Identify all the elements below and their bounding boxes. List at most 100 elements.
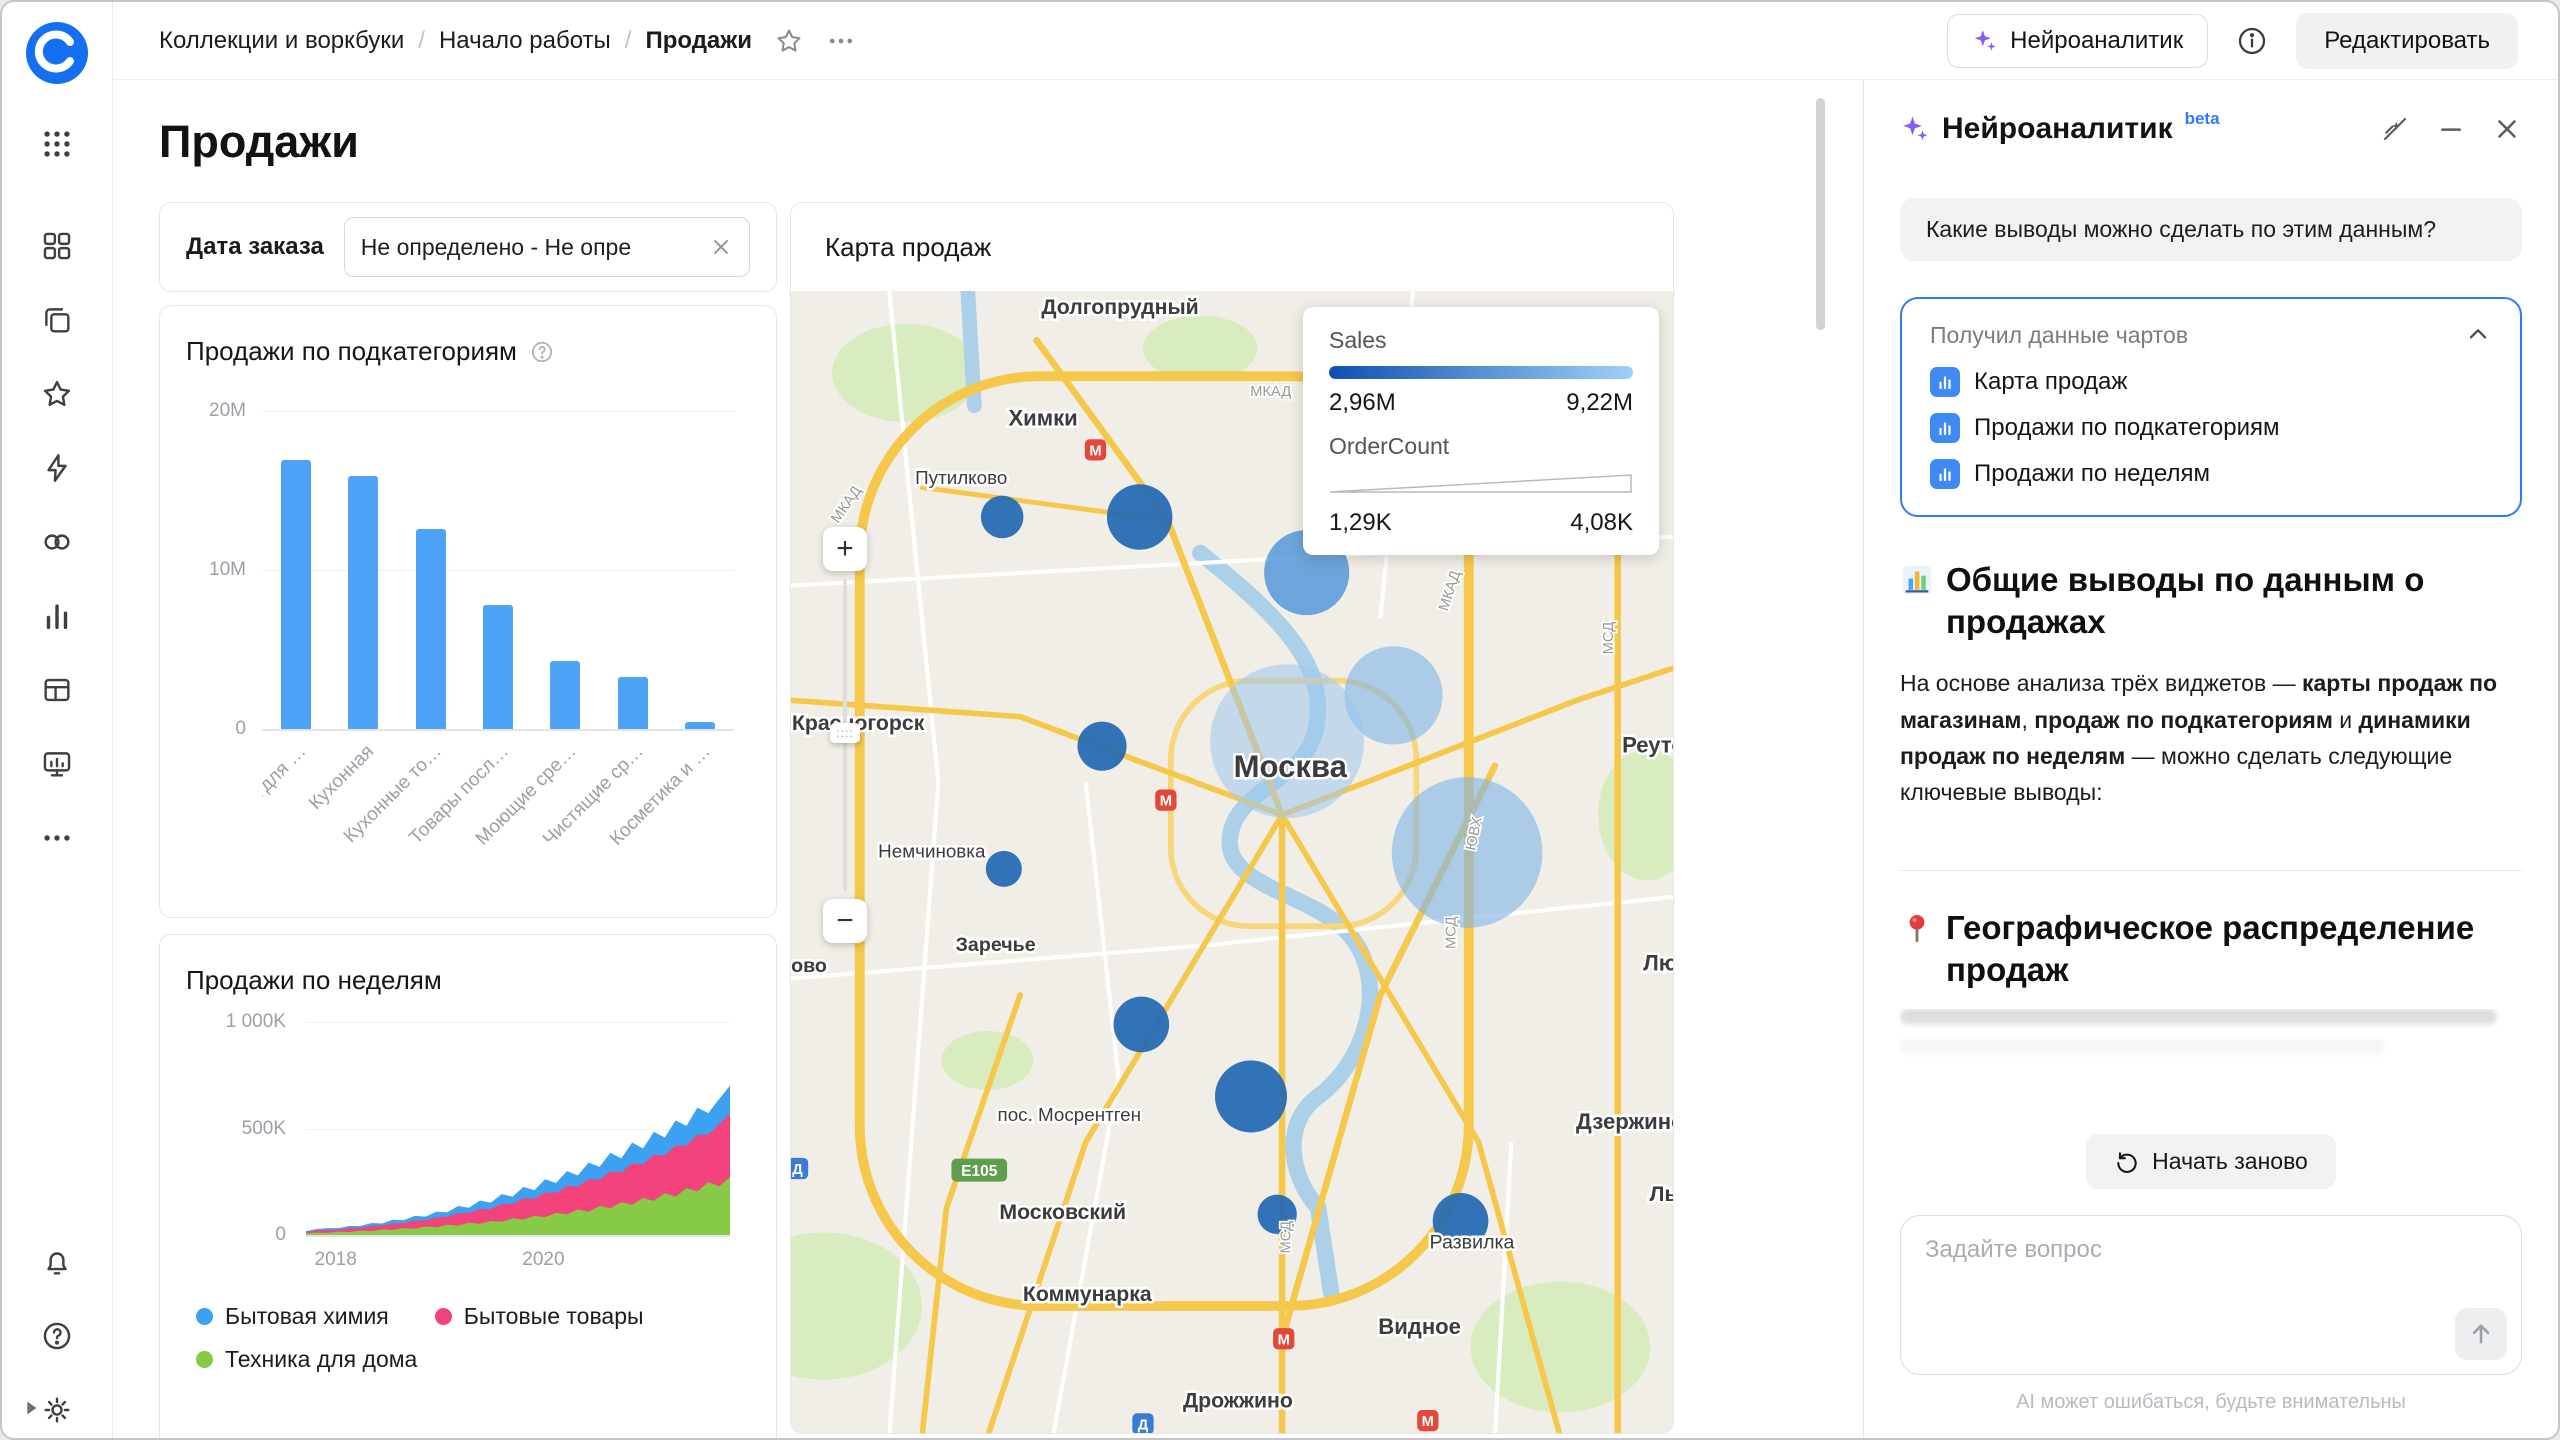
- subcategory-chart-plot[interactable]: 20M 10M 0: [262, 411, 734, 731]
- collections-icon[interactable]: [29, 292, 85, 348]
- info-icon[interactable]: [2236, 25, 2268, 57]
- dashboards-icon[interactable]: [29, 218, 85, 274]
- map-place-label: Москва: [1234, 749, 1348, 784]
- map-bubble[interactable]: [1077, 722, 1126, 771]
- map-bubble[interactable]: [981, 496, 1024, 539]
- weekly-xticks: 20182020: [306, 1243, 730, 1277]
- summary-heading: Общие выводы по данным о продажах: [1900, 559, 2522, 643]
- charts-icon[interactable]: [29, 588, 85, 644]
- summary-paragraph: На основе анализа трёх виджетов — карты …: [1900, 665, 2522, 810]
- bar[interactable]: [685, 722, 715, 729]
- y-axis-tick: 500K: [186, 1118, 286, 1140]
- map-place-label: ово: [791, 955, 827, 977]
- beta-badge: beta: [2185, 109, 2220, 129]
- favorites-star-icon[interactable]: [29, 366, 85, 422]
- legend-item[interactable]: Бытовые товары: [435, 1303, 644, 1330]
- date-filter-card: Дата заказа Не определено - Не опре: [159, 202, 777, 292]
- subcategory-chart-card: Продажи по подкатегориям 20M 10M 0: [159, 305, 777, 918]
- map-bubble[interactable]: [1210, 664, 1364, 818]
- ai-disclaimer: AI может ошибаться, будьте внимательны: [1900, 1391, 2522, 1414]
- map-bubble[interactable]: [1392, 777, 1543, 928]
- notifications-bell-icon[interactable]: [29, 1234, 85, 1290]
- charts-received-card[interactable]: Получил данные чартов Карта продажПродаж…: [1900, 297, 2522, 517]
- map-canvas[interactable]: ММММДДЕ105 ДолгопрудныйХимкиПутилковоКра…: [791, 291, 1673, 1433]
- datalens-logo[interactable]: [24, 20, 90, 86]
- zoom-track[interactable]: ::::: [843, 579, 847, 891]
- question-input-box: [1900, 1215, 2522, 1375]
- main-scrollbar-thumb[interactable]: [1816, 98, 1825, 330]
- chart-icon: [1930, 413, 1960, 443]
- charts-received-list: Карта продаж Продажи по подкатегориям Прод…: [1930, 367, 2492, 489]
- tables-icon[interactable]: [29, 662, 85, 718]
- map-place-label: Реутов: [1622, 733, 1673, 758]
- help-circle-icon[interactable]: [29, 1308, 85, 1364]
- date-filter-label: Дата заказа: [186, 233, 324, 261]
- map-bubble[interactable]: [1215, 1060, 1287, 1132]
- text: и: [2333, 707, 2359, 733]
- more-icon[interactable]: [29, 810, 85, 866]
- close-icon[interactable]: [2492, 114, 2522, 144]
- transit-marker: Д: [1132, 1413, 1153, 1433]
- chart-link-label: Продажи по подкатегориям: [1974, 414, 2279, 442]
- map-place-label: МСД: [1278, 1221, 1294, 1254]
- breadcrumb-collections[interactable]: Коллекции и воркбуки: [159, 27, 404, 55]
- connections-bolt-icon[interactable]: [29, 440, 85, 496]
- bar[interactable]: [618, 677, 648, 729]
- map-place-label: Люберцы: [1643, 950, 1673, 975]
- question-input[interactable]: [1901, 1216, 2521, 1374]
- map-bubble[interactable]: [1113, 997, 1169, 1053]
- zoom-in-button[interactable]: +: [823, 527, 867, 571]
- breadcrumb-getting-started[interactable]: Начало работы: [439, 27, 611, 55]
- topbar: Коллекции и воркбуки / Начало работы / П…: [113, 2, 2558, 80]
- map-bubble[interactable]: [1107, 484, 1172, 549]
- send-button[interactable]: [2455, 1308, 2507, 1360]
- weekly-chart-plot[interactable]: 1 000K 500K 0: [306, 1022, 730, 1237]
- bar[interactable]: [550, 661, 580, 729]
- map-place-label: Немчиновка: [878, 840, 986, 861]
- summary-heading-text: Общие выводы по данным о продажах: [1946, 559, 2522, 643]
- page-more-icon[interactable]: [826, 26, 856, 56]
- chart-link-item[interactable]: Продажи по неделям: [1930, 459, 2492, 489]
- map-place-label: Коммунарка: [1023, 1282, 1152, 1306]
- reports-monitor-icon[interactable]: [29, 736, 85, 792]
- map-place-label: МСД: [1601, 622, 1617, 655]
- favorite-star-icon[interactable]: [774, 26, 804, 56]
- bar-chart-emoji-icon: [1900, 563, 1934, 643]
- breadcrumb-separator: /: [625, 27, 632, 55]
- map-place-label: Видное: [1378, 1314, 1461, 1339]
- bar[interactable]: [416, 529, 446, 729]
- map-place-label: Путилково: [915, 467, 1007, 488]
- restart-button[interactable]: Начать заново: [2086, 1134, 2336, 1189]
- emphasized-text: продаж по подкатегориям: [2034, 707, 2333, 733]
- zoom-out-button[interactable]: −: [823, 899, 867, 943]
- filter-clear-icon[interactable]: [709, 235, 733, 259]
- svg-text:Д: Д: [792, 1162, 803, 1178]
- neuroanalyst-button-label: Нейроаналитик: [2010, 27, 2183, 55]
- sales-legend-label: Sales: [1329, 327, 1633, 354]
- panel-title: Нейроаналитик: [1942, 112, 2173, 146]
- zoom-slider-handle[interactable]: ::::: [830, 723, 860, 743]
- bar[interactable]: [281, 460, 311, 729]
- edit-button[interactable]: Редактировать: [2296, 13, 2518, 69]
- ordercount-max: 4,08K: [1570, 509, 1633, 537]
- chart-link-label: Продажи по неделям: [1974, 460, 2210, 488]
- map-bubble[interactable]: [986, 851, 1022, 887]
- neuroanalyst-button[interactable]: Нейроаналитик: [1947, 14, 2208, 68]
- chevron-up-icon[interactable]: [2464, 321, 2492, 349]
- ai-context-off-icon[interactable]: [2380, 114, 2410, 144]
- sidebar-collapse-arrow[interactable]: [20, 1397, 42, 1424]
- chart-link-item[interactable]: Карта продаж: [1930, 367, 2492, 397]
- subcategory-bars: [262, 411, 734, 729]
- chart-help-icon[interactable]: [529, 339, 555, 365]
- bar[interactable]: [348, 476, 378, 729]
- date-filter-input[interactable]: Не определено - Не опре: [344, 217, 750, 277]
- bar[interactable]: [483, 605, 513, 729]
- datasets-icon[interactable]: [29, 514, 85, 570]
- legend-item[interactable]: Бытовая химия: [196, 1303, 389, 1330]
- restart-icon: [2114, 1149, 2140, 1175]
- transit-marker: М: [1417, 1410, 1438, 1431]
- chart-link-item[interactable]: Продажи по подкатегориям: [1930, 413, 2492, 443]
- apps-grid-icon[interactable]: [29, 116, 85, 172]
- legend-item[interactable]: Техника для дома: [196, 1346, 417, 1373]
- minimize-icon[interactable]: [2436, 114, 2466, 144]
